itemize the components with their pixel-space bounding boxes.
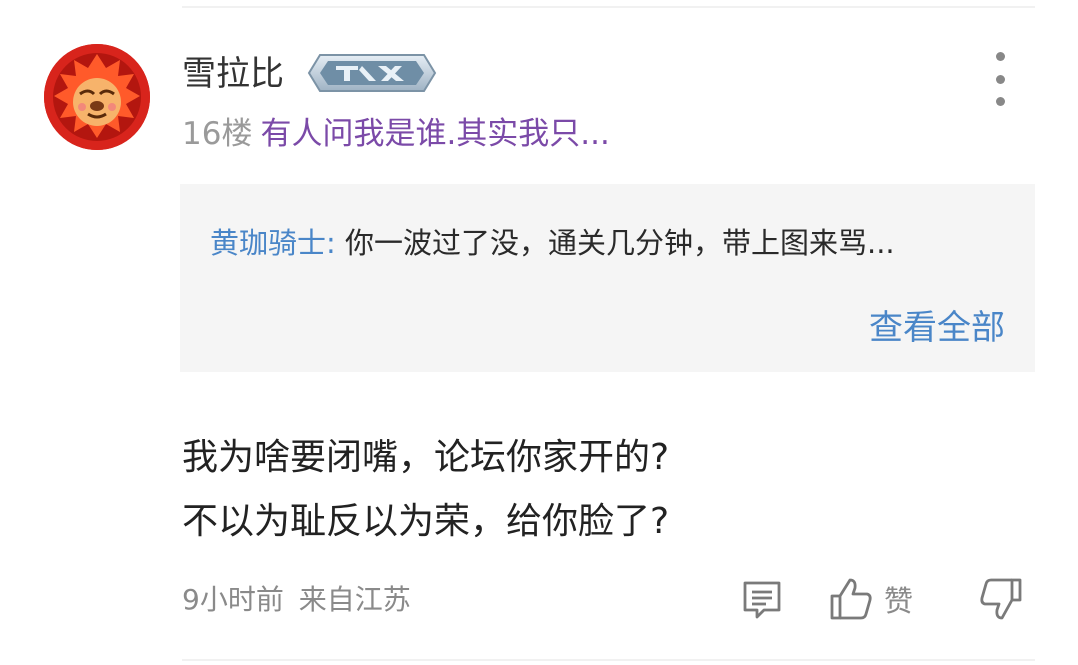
lion-avatar-icon bbox=[44, 44, 150, 150]
post-footer-meta: 9小时前 来自江苏 bbox=[182, 578, 411, 618]
post-location: 来自江苏 bbox=[298, 583, 411, 616]
dot-icon bbox=[995, 74, 1005, 84]
post-meta: 16楼 有人问我是谁.其实我只... bbox=[182, 108, 610, 153]
reply-text: 你一波过了没，通关几分钟，带上图来骂... bbox=[335, 226, 895, 260]
dot-icon bbox=[995, 52, 1005, 61]
floor-number: 16楼 bbox=[182, 116, 253, 152]
like-label[interactable]: 赞 bbox=[884, 578, 913, 620]
view-all-link[interactable]: 查看全部 bbox=[869, 300, 1005, 349]
reply-preview[interactable]: 黄珈骑士: 你一波过了没，通关几分钟，带上图来骂... 查看全部 bbox=[180, 184, 1035, 372]
post-time: 9小时前 bbox=[182, 583, 284, 616]
reply-author[interactable]: 黄珈骑士: bbox=[210, 226, 336, 260]
post-body-line: 我为啥要闭嘴，论坛你家开的? bbox=[182, 437, 670, 478]
reply-line: 黄珈骑士: 你一波过了没，通关几分钟，带上图来骂... bbox=[210, 220, 895, 262]
more-options-button[interactable] bbox=[982, 52, 1018, 106]
post-body: 我为啥要闭嘴，论坛你家开的? 不以为耻反以为荣，给你脸了? bbox=[182, 426, 669, 554]
dot-icon bbox=[995, 97, 1005, 106]
thumbs-up-icon[interactable] bbox=[828, 576, 874, 622]
username[interactable]: 雪拉比 bbox=[182, 46, 284, 95]
user-signature[interactable]: 有人问我是谁.其实我只... bbox=[260, 116, 609, 152]
post-body-line: 不以为耻反以为荣，给你脸了? bbox=[182, 501, 670, 542]
level-badge-icon bbox=[306, 52, 438, 94]
top-divider bbox=[182, 6, 1035, 8]
bottom-divider bbox=[182, 659, 1035, 661]
avatar[interactable] bbox=[44, 44, 150, 150]
comment-icon[interactable] bbox=[740, 578, 784, 622]
thumbs-down-icon[interactable] bbox=[978, 576, 1024, 622]
